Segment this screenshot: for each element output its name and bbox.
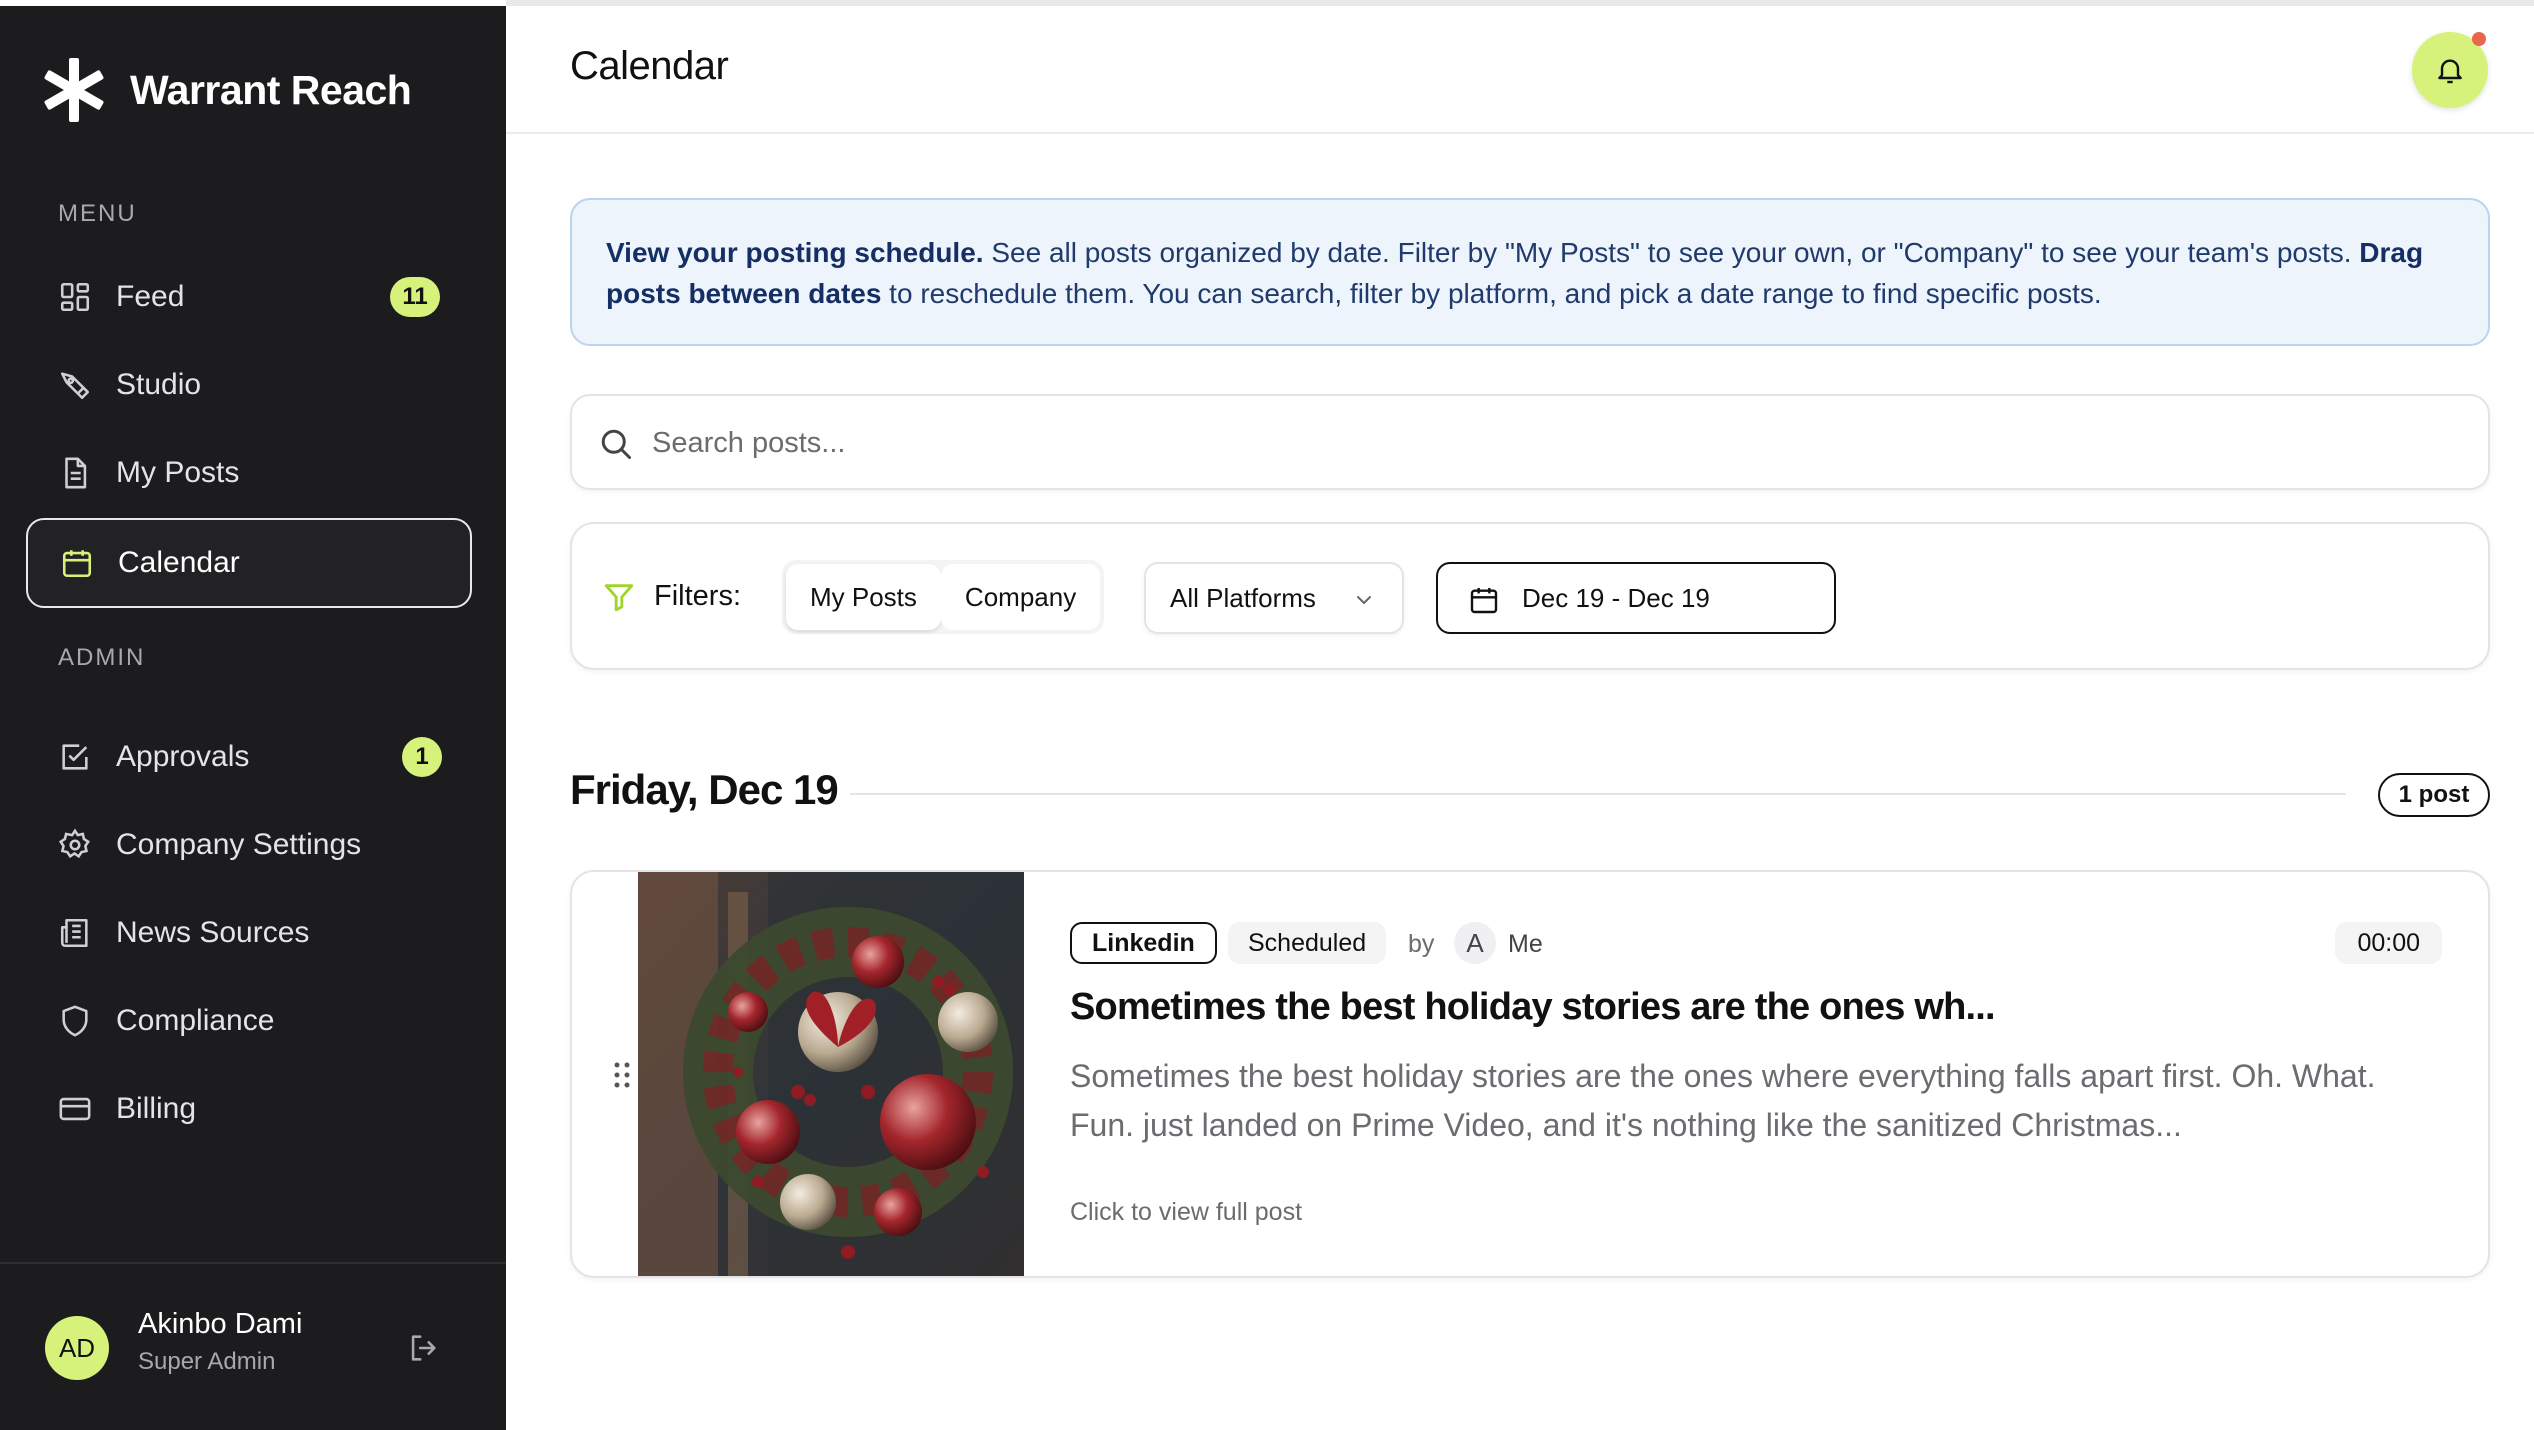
search-input[interactable] (652, 416, 2432, 470)
user-profile: AD Akinbo Dami Super Admin (0, 1262, 506, 1430)
menu-section-label: MENU (58, 200, 137, 227)
app-root: Warrant Reach MENU Feed 11 Studio My Pos… (0, 0, 2534, 1430)
sidebar-item-label: Compliance (116, 1004, 275, 1037)
info-text-2: to reschedule them. You can search, filt… (881, 278, 2102, 309)
sidebar-item-label: News Sources (116, 916, 310, 949)
top-bar: Calendar (506, 0, 2534, 134)
bell-icon (2438, 59, 2462, 84)
info-lead: View your posting schedule. (606, 237, 984, 268)
post-card[interactable]: Linkedin Scheduled by A Me 00:00 Sometim… (570, 870, 2490, 1278)
credit-card-icon (58, 1092, 92, 1126)
notification-dot (2472, 32, 2486, 46)
chevron-down-icon (1357, 596, 1371, 604)
platform-select-value: All Platforms (1170, 582, 1316, 613)
sidebar-item-news-sources[interactable]: News Sources (26, 888, 472, 978)
sidebar-item-label: Feed (116, 280, 185, 313)
page-title: Calendar (570, 44, 729, 88)
sidebar-item-studio[interactable]: Studio (26, 340, 472, 430)
toggle-my-posts[interactable]: My Posts (786, 564, 941, 630)
post-title: Sometimes the best holiday stories are t… (1070, 986, 1996, 1028)
platform-badge: Linkedin (1070, 922, 1217, 964)
toggle-company[interactable]: Company (940, 564, 1101, 630)
day-divider (850, 793, 2346, 795)
filters-label: Filters: (654, 580, 741, 612)
sidebar-item-label: Company Settings (116, 828, 362, 861)
user-role: Super Admin (138, 1348, 276, 1375)
post-content: Linkedin Scheduled by A Me 00:00 Sometim… (1070, 872, 2460, 1276)
sidebar-item-billing[interactable]: Billing (26, 1064, 472, 1154)
info-text: See all posts organized by date. Filter … (983, 237, 2360, 268)
info-banner: View your posting schedule. See all post… (570, 198, 2490, 346)
post-count-badge: 1 post (2378, 773, 2490, 817)
post-thumbnail (638, 872, 1024, 1276)
sidebar-item-compliance[interactable]: Compliance (26, 976, 472, 1066)
pen-tool-icon (58, 368, 92, 402)
calendar-icon (1470, 588, 1498, 614)
status-badge: Scheduled (1228, 922, 1387, 964)
avatar[interactable]: AD (45, 1316, 109, 1380)
sidebar-item-calendar[interactable]: Calendar (26, 518, 472, 608)
notifications-button[interactable] (2412, 32, 2488, 108)
sidebar-item-label: Calendar (118, 546, 240, 579)
admin-section-label: ADMIN (58, 644, 146, 671)
sidebar-item-label: My Posts (116, 456, 240, 489)
approvals-count-badge: 1 (402, 737, 442, 777)
filters-panel: Filters: My Posts Company All Platforms … (570, 522, 2490, 670)
app-name: Warrant Reach (130, 66, 412, 113)
grid-icon (58, 280, 92, 314)
post-excerpt: Sometimes the best holiday stories are t… (1070, 1058, 2376, 1143)
sidebar-item-feed[interactable]: Feed 11 (26, 252, 472, 342)
newspaper-icon (58, 916, 92, 950)
user-name: Akinbo Dami (138, 1308, 303, 1340)
day-heading: Friday, Dec 19 (570, 766, 839, 813)
platform-select[interactable]: All Platforms (1144, 562, 1404, 634)
shield-icon (58, 1004, 92, 1038)
drag-handle-icon[interactable] (612, 1060, 632, 1090)
sidebar-item-my-posts[interactable]: My Posts (26, 428, 472, 518)
sidebar-item-label: Billing (116, 1092, 197, 1125)
sidebar-item-approvals[interactable]: Approvals 1 (26, 712, 472, 802)
scheduled-time: 00:00 (2335, 922, 2442, 964)
view-full-post-link[interactable]: Click to view full post (1070, 1198, 1302, 1227)
sidebar-item-label: Studio (116, 368, 202, 401)
sidebar-item-label: Approvals (116, 740, 250, 773)
search-icon (601, 429, 631, 459)
date-range-picker[interactable]: Dec 19 - Dec 19 (1436, 562, 1836, 634)
check-square-icon (58, 740, 92, 774)
sidebar: Warrant Reach MENU Feed 11 Studio My Pos… (0, 6, 506, 1430)
search-bar (570, 394, 2490, 490)
date-range-value: Dec 19 - Dec 19 (1522, 582, 1710, 613)
filter-funnel-icon (604, 584, 634, 612)
author-name: Me (1508, 930, 1543, 958)
app-logo[interactable]: Warrant Reach (40, 56, 412, 124)
logout-icon[interactable] (406, 1331, 440, 1365)
feed-count-badge: 11 (390, 277, 440, 317)
gear-icon (58, 828, 92, 862)
sidebar-item-company-settings[interactable]: Company Settings (26, 800, 472, 890)
ownership-toggle: My Posts Company (782, 560, 1105, 634)
asterisk-logo-icon (44, 58, 104, 122)
author-avatar: A (1454, 922, 1496, 964)
document-icon (58, 456, 92, 490)
calendar-icon (60, 546, 94, 580)
by-label: by (1408, 930, 1435, 958)
